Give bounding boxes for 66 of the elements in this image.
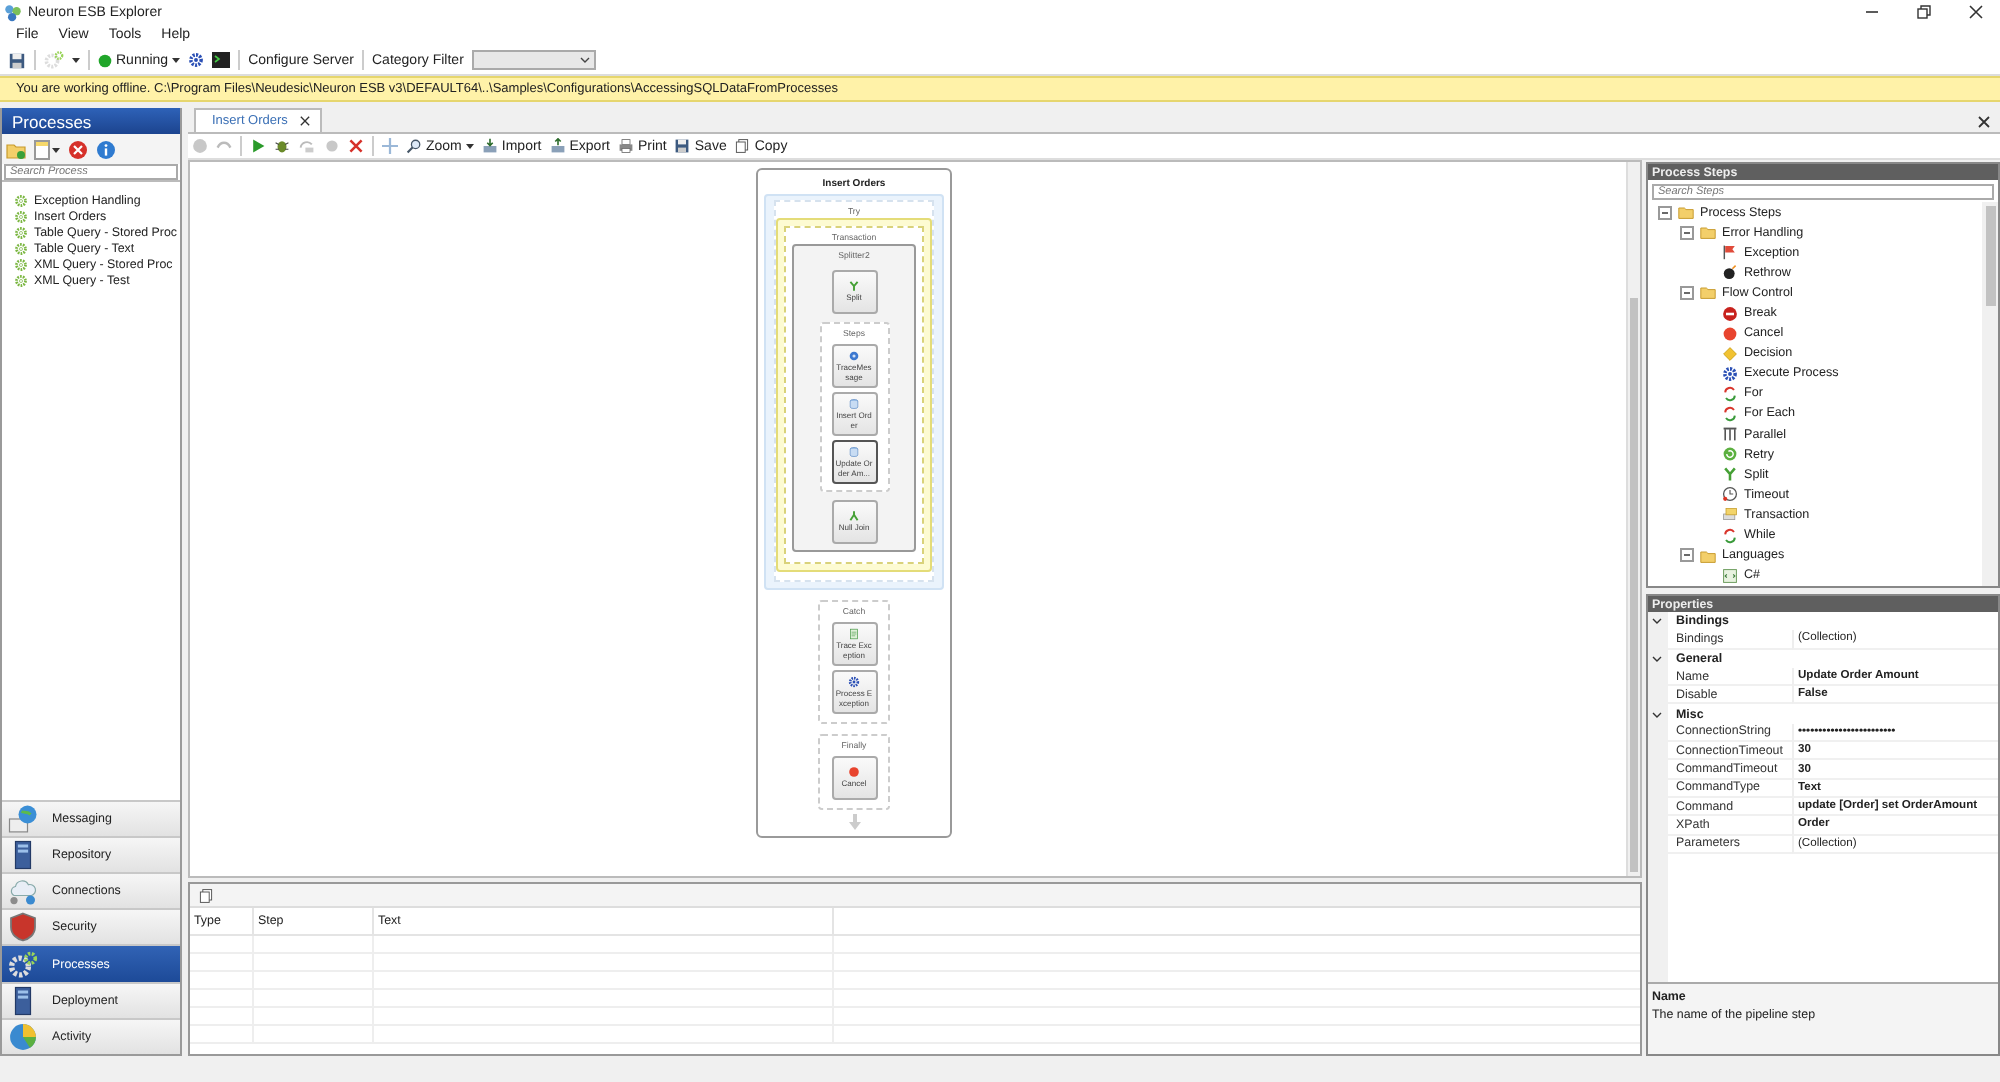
caret-icon — [172, 56, 181, 64]
copy-icon[interactable] — [198, 887, 214, 903]
retry-icon — [1722, 446, 1738, 463]
scrollbar[interactable] — [1626, 162, 1640, 876]
folder-icon — [1700, 547, 1716, 564]
flag-icon — [1722, 244, 1738, 261]
dot-icon — [848, 350, 860, 363]
columns-icon — [1722, 426, 1738, 443]
gears-icon — [8, 949, 38, 980]
close-icon[interactable] — [299, 116, 310, 126]
cloud-icon — [8, 876, 38, 907]
info-icon[interactable] — [96, 139, 116, 159]
no-entry-icon — [1722, 305, 1738, 322]
console-icon[interactable] — [212, 52, 231, 68]
gear-icon[interactable] — [188, 52, 205, 68]
globe-envelope-icon — [8, 803, 38, 834]
loop-icon — [1722, 385, 1738, 402]
diamond-icon — [1722, 345, 1738, 362]
gear-icon — [848, 676, 860, 689]
import-icon — [481, 138, 498, 154]
clock-icon — [1722, 486, 1738, 503]
pie-chart-icon — [8, 1021, 38, 1052]
caret-icon[interactable] — [72, 56, 80, 64]
scrollbar[interactable] — [1982, 202, 1998, 586]
floppy-icon[interactable] — [8, 51, 26, 69]
delete-icon[interactable] — [348, 138, 364, 154]
collapse-icon[interactable] — [1658, 205, 1672, 220]
chevron-down-icon — [579, 56, 590, 64]
cancel-icon — [848, 766, 860, 779]
bug-icon[interactable] — [274, 138, 290, 154]
fork-icon — [1722, 466, 1738, 483]
code-file-icon — [1722, 567, 1738, 584]
cancel-icon — [1722, 325, 1738, 342]
chevron-down-icon[interactable] — [1652, 709, 1662, 720]
delete-icon[interactable] — [68, 139, 88, 159]
panel-title: Processes — [12, 111, 92, 131]
close-icon[interactable] — [1978, 116, 1990, 128]
collapse-icon[interactable] — [1680, 285, 1694, 300]
gear-icon — [1722, 365, 1738, 382]
new-document-icon[interactable] — [34, 139, 60, 159]
caret-icon — [465, 142, 474, 150]
down-arrow-icon — [847, 814, 861, 830]
app-logo-icon — [4, 3, 22, 21]
collapse-icon[interactable] — [1680, 548, 1694, 563]
restore-icon[interactable] — [1916, 4, 1932, 20]
close-icon[interactable] — [1968, 4, 1984, 20]
database-icon — [848, 446, 860, 459]
status-dot-icon — [98, 53, 112, 67]
chevron-down-icon[interactable] — [1652, 616, 1662, 627]
folder-icon — [1700, 284, 1716, 301]
database-icon — [848, 398, 860, 411]
shield-icon — [8, 912, 38, 943]
stack-icon — [1722, 506, 1738, 523]
merge-icon — [848, 510, 860, 523]
chevron-down-icon[interactable] — [1652, 653, 1662, 664]
floppy-icon — [674, 138, 691, 154]
magnifier-icon — [406, 138, 422, 154]
fork-icon — [848, 280, 860, 293]
export-icon — [549, 138, 566, 154]
play-icon[interactable] — [250, 138, 266, 154]
collapse-icon[interactable] — [1680, 225, 1694, 240]
bomb-icon — [1722, 264, 1738, 281]
loop-icon — [1722, 405, 1738, 422]
loop-icon — [1722, 527, 1738, 544]
document-icon — [848, 628, 860, 641]
add-folder-icon[interactable] — [6, 139, 26, 159]
